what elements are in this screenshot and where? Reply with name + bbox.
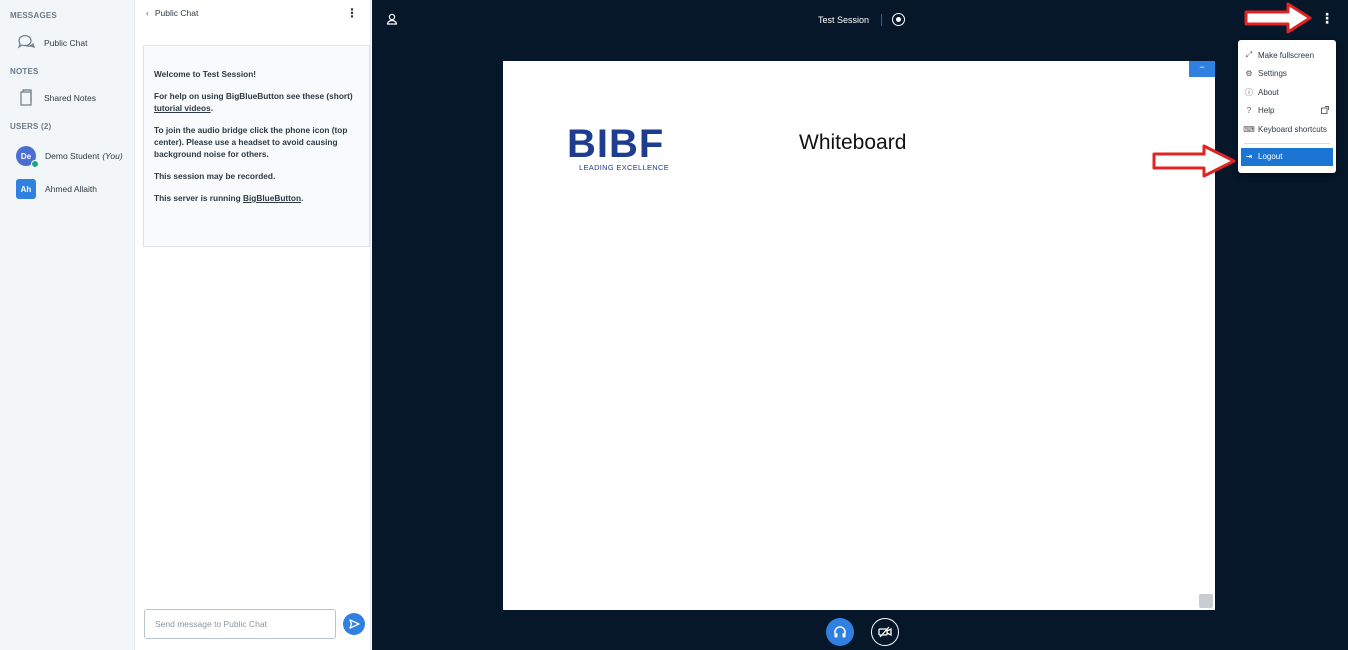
menu-item-logout[interactable]: ⇥ Logout <box>1241 147 1333 166</box>
session-title: Test Session <box>818 14 870 25</box>
menu-item-about[interactable]: ⓘ About <box>1238 83 1336 102</box>
audio-button[interactable] <box>826 618 854 646</box>
menu-item-label: Help <box>1258 106 1275 116</box>
chevron-left-icon: ‹ <box>146 8 149 18</box>
options-menu-icon[interactable]: ⋮ <box>1320 10 1334 27</box>
audio-text: To join the audio bridge click the phone… <box>154 125 348 159</box>
shared-notes-label: Shared Notes <box>44 93 96 103</box>
shared-notes-item[interactable]: Shared Notes <box>0 85 135 111</box>
presentation-area: Test Session ⋮ − BIBF LEADING EXCELLENCE… <box>372 0 1348 650</box>
notes-section-title: NOTES <box>10 67 39 76</box>
recorded-text: This session may be recorded. <box>154 171 276 181</box>
fit-to-screen-icon[interactable] <box>1199 594 1213 608</box>
notes-icon <box>16 88 36 108</box>
welcome-message: Welcome to Test Session! For help on usi… <box>143 45 370 247</box>
menu-item-label: Make fullscreen <box>1258 50 1315 60</box>
record-icon[interactable] <box>892 13 906 26</box>
header-divider <box>881 13 883 26</box>
user-name: Demo Student <box>45 151 100 161</box>
message-input[interactable]: Send message to Public Chat <box>144 609 336 639</box>
menu-item-fullscreen[interactable]: ⤢ Make fullscreen <box>1238 46 1336 65</box>
help-text-pre: For help on using BigBlueButton see thes… <box>154 91 353 101</box>
user-list-panel: MESSAGES Public Chat NOTES Shared Notes … <box>0 0 135 650</box>
menu-item-settings[interactable]: ⚙ Settings <box>1238 65 1336 84</box>
user-list-item[interactable]: Ah Ahmed Allaith <box>0 176 135 202</box>
minimize-presentation-button[interactable]: − <box>1189 61 1215 77</box>
annotation-arrow-icon <box>1244 2 1312 34</box>
send-icon <box>349 619 360 629</box>
server-text-pre: This server is running <box>154 193 243 203</box>
video-button[interactable] <box>871 618 899 646</box>
video-off-icon <box>878 626 892 638</box>
users-section-title: USERS (2) <box>10 122 52 131</box>
menu-item-keyboard-shortcuts[interactable]: ⌨ Keyboard shortcuts <box>1238 120 1336 139</box>
fullscreen-icon: ⤢ <box>1245 50 1253 60</box>
chat-icon <box>16 33 36 53</box>
gear-icon: ⚙ <box>1245 69 1253 79</box>
annotation-arrow-icon <box>1152 144 1236 178</box>
chat-panel: ‹ Public Chat ⋮ Welcome to Test Session!… <box>136 0 371 650</box>
menu-item-label: About <box>1258 87 1279 97</box>
server-text-post: . <box>301 193 304 203</box>
user-name: Ahmed Allaith <box>45 184 97 194</box>
toggle-userlist-icon[interactable] <box>386 12 398 30</box>
headphones-icon <box>834 626 846 638</box>
public-chat-item[interactable]: Public Chat <box>0 30 135 56</box>
avatar-initials: De <box>20 151 32 161</box>
avatar-initials: Ah <box>20 184 32 194</box>
menu-item-help[interactable]: ? Help <box>1238 102 1336 121</box>
session-header: Test Session <box>818 13 906 26</box>
user-list-item[interactable]: De Demo Student (You) <box>0 143 135 169</box>
public-chat-label: Public Chat <box>44 38 88 48</box>
external-link-icon <box>1321 105 1329 116</box>
menu-item-label: Settings <box>1258 69 1287 79</box>
bibf-logo: BIBF LEADING EXCELLENCE <box>567 122 670 172</box>
keyboard-icon: ⌨ <box>1243 124 1255 134</box>
help-text-post: . <box>210 103 214 113</box>
presenter-badge-icon <box>31 160 39 168</box>
chat-title: Public Chat <box>154 8 199 18</box>
info-icon: ⓘ <box>1245 87 1253 97</box>
user-you-suffix: (You) <box>102 151 123 161</box>
slide-title: Whiteboard <box>799 131 907 154</box>
menu-item-label: Keyboard shortcuts <box>1258 124 1327 134</box>
welcome-heading: Welcome to Test Session! <box>154 69 257 79</box>
help-icon: ? <box>1246 106 1252 116</box>
bbb-app: MESSAGES Public Chat NOTES Shared Notes … <box>0 0 1348 650</box>
avatar: Ah <box>16 179 36 199</box>
logout-icon: ⇥ <box>1245 152 1253 162</box>
menu-divider <box>1244 142 1330 144</box>
bbb-link[interactable]: BigBlueButton <box>243 193 301 203</box>
server-text: This server is running BigBlueButton. <box>154 192 359 204</box>
messages-section-title: MESSAGES <box>10 11 57 20</box>
chat-options-icon[interactable]: ⋮ <box>346 6 358 20</box>
send-button[interactable] <box>343 613 365 635</box>
help-text: For help on using BigBlueButton see thes… <box>154 90 359 114</box>
menu-item-label: Logout <box>1258 152 1283 162</box>
logo-text: BIBF <box>567 122 665 166</box>
options-dropdown-menu: ⤢ Make fullscreen ⚙ Settings ⓘ About ? H… <box>1238 40 1336 173</box>
avatar: De <box>16 146 39 168</box>
tutorial-link[interactable]: tutorial videos <box>154 103 211 113</box>
logo-subtitle: LEADING EXCELLENCE <box>579 163 670 172</box>
whiteboard-slide[interactable]: − BIBF LEADING EXCELLENCE Whiteboard <box>503 61 1215 610</box>
chat-back-button[interactable]: ‹ Public Chat <box>146 8 198 18</box>
